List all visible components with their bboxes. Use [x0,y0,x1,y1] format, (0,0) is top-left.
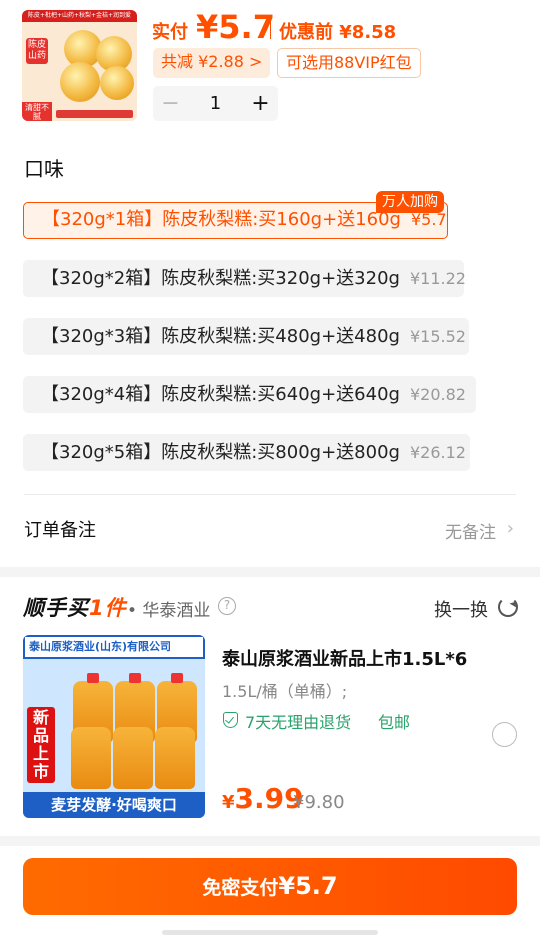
order-note-label: 订单备注 [24,520,96,541]
paid-value: ¥5.7 [196,8,275,46]
thumbnail-side-tag: 陈皮山药 [26,38,48,64]
thumbnail-bottom-tag: 清甜不腻 [22,102,52,121]
free-shipping: 包邮 [378,713,411,732]
addon-product-spec: 1.5L/桶（单桶）; [222,682,348,701]
home-indicator[interactable] [162,930,378,935]
swap-button[interactable]: 换一换 [434,596,488,622]
option-price: ¥26.12 [409,443,466,462]
bottle-image [113,727,153,789]
flavor-title: 口味 [24,157,64,181]
flavor-option-4[interactable]: 【320g*4箱】陈皮秋梨糕:买640g+送640g ¥20.82 [23,376,476,413]
section-gap [0,567,540,577]
pay-button-amount: ¥5.7 [278,872,338,900]
refresh-icon[interactable] [498,597,518,617]
shield-check-icon [223,712,238,728]
bottle-cap [129,673,141,683]
addon-store-name: • 华泰酒业 [127,601,211,621]
paid-label: 实付 [152,22,188,43]
beer-image-footer: 麦芽发酵·好喝爽口 [23,792,205,818]
addon-original-price: ¥9.80 [293,792,345,813]
option-label: 【320g*5箱】陈皮秋梨糕:买800g+送800g [41,442,400,463]
beer-image-header: 泰山原浆酒业(山东)有限公司 [23,635,205,659]
addon-price-currency: ¥ [222,792,235,813]
vip-coupon-button[interactable]: 可选用88VIP红包 [277,48,421,78]
help-icon[interactable]: ? [218,597,236,615]
quantity-stepper: − 1 + [153,86,278,121]
bottle-image [71,727,111,789]
price-divider [270,21,271,39]
pay-button[interactable]: 免密支付¥5.7 [23,858,517,915]
cake-image [60,62,100,102]
beer-image-side-tag: 新品上市 [27,707,55,783]
bottle-cap [87,673,99,683]
discount-detail-button[interactable]: 共减 ¥2.88 > [153,48,271,78]
product-thumbnail: 陈皮+枇杷+山药+秋梨+金桔+润到爱 陈皮山药 清甜不腻 [22,10,137,121]
option-label: 【320g*3箱】陈皮秋梨糕:买480g+送480g [41,326,400,347]
thumbnail-banner: 陈皮+枇杷+山药+秋梨+金桔+润到爱 [22,10,137,22]
chevron-right-icon: › [506,518,514,539]
addon-product-name[interactable]: 泰山原浆酒业新品上市1.5L*6 [222,645,467,671]
addon-select-radio[interactable] [492,722,517,747]
option-price: ¥15.52 [409,327,466,346]
flavor-option-3[interactable]: 【320g*3箱】陈皮秋梨糕:买480g+送480g ¥15.52 [23,318,469,355]
addon-product-image[interactable]: 泰山原浆酒业(山东)有限公司 新品上市 麦芽发酵·好喝爽口 [23,635,205,818]
order-note-value: 无备注 [445,523,496,543]
flavor-option-2[interactable]: 【320g*2箱】陈皮秋梨糕:买320g+送320g ¥11.22 [23,260,466,297]
option-price: ¥20.82 [409,385,466,404]
original-price: 优惠前 ¥8.58 [279,22,397,43]
hot-badge: 万人加购 [376,191,444,213]
return-policy: 7天无理由退货 [245,713,352,732]
increase-button[interactable]: + [243,91,278,116]
addon-price: ¥3.99 [222,782,304,815]
thumbnail-bottom-bar [56,110,133,118]
cake-image [100,66,134,100]
option-label: 【320g*1箱】陈皮秋梨糕:买160g+送160g [42,209,401,230]
section-gap [0,836,540,846]
option-label: 【320g*2箱】陈皮秋梨糕:买320g+送320g [41,268,400,289]
addon-title: 顺手买1件 [23,592,127,622]
bottle-cap [171,673,183,683]
addon-title-text: 顺手买 [23,596,89,620]
flavor-option-5[interactable]: 【320g*5箱】陈皮秋梨糕:买800g+送800g ¥26.12 [23,434,470,471]
option-label: 【320g*4箱】陈皮秋梨糕:买640g+送640g [41,384,400,405]
pay-button-label: 免密支付 [202,877,279,899]
bottle-image [155,727,195,789]
option-price: ¥11.22 [409,269,466,288]
decrease-button[interactable]: − [153,91,188,116]
quantity-value[interactable]: 1 [188,93,243,114]
addon-title-count: 1件 [89,596,127,620]
divider [24,494,516,495]
